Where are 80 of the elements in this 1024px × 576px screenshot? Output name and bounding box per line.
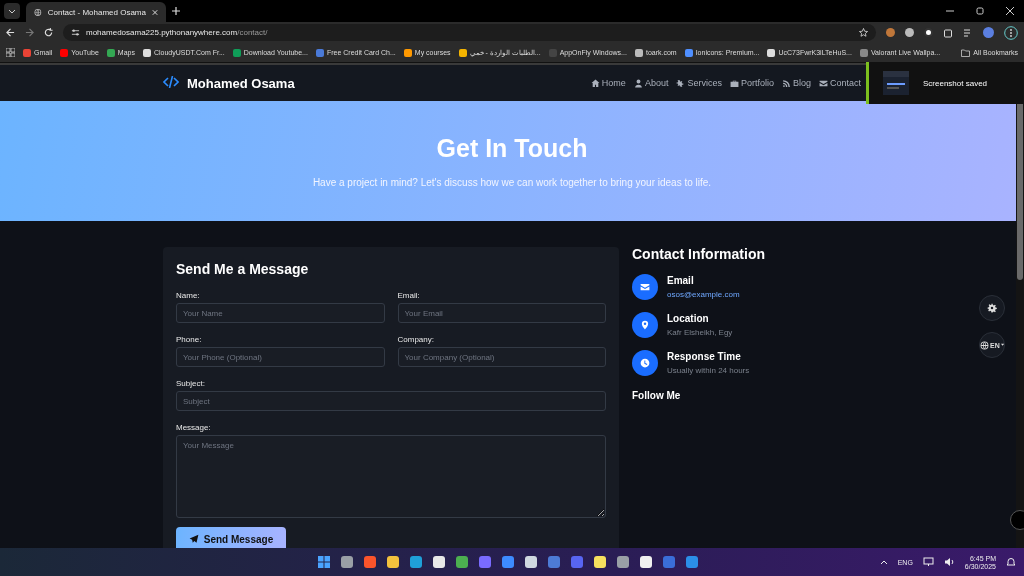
star-icon[interactable] xyxy=(859,28,868,37)
message-field[interactable]: Your Message xyxy=(176,435,606,518)
nav-link[interactable]: Blog xyxy=(781,78,811,88)
globe-icon xyxy=(34,7,42,17)
folder-icon xyxy=(961,48,971,57)
record-icon[interactable] xyxy=(924,28,933,37)
gears-icon xyxy=(676,78,686,88)
field-label: Email: xyxy=(397,291,421,300)
avatar-icon[interactable] xyxy=(983,27,994,38)
field-label: Message: xyxy=(176,423,212,432)
app-icon[interactable] xyxy=(638,554,654,570)
start-icon[interactable] xyxy=(316,554,332,570)
globe-icon xyxy=(980,340,989,350)
app-icon[interactable] xyxy=(431,554,447,570)
app-icon[interactable] xyxy=(615,554,631,570)
chevron-up-icon[interactable] xyxy=(879,559,888,565)
info-value: Kafr Elsheikh, Egy xyxy=(667,328,733,337)
browser-tab[interactable]: Contact - Mohamed Osama xyxy=(26,2,166,22)
section-title: Contact Information xyxy=(632,246,766,262)
site-logo[interactable]: Mohamed Osama xyxy=(187,75,295,91)
user-icon xyxy=(633,78,643,88)
app-icon[interactable] xyxy=(339,554,355,570)
app-icon[interactable] xyxy=(523,554,539,570)
send-button[interactable]: Send Message xyxy=(176,527,286,548)
pin-icon xyxy=(632,312,658,338)
toast-text: Screenshot saved xyxy=(923,78,988,88)
input-field[interactable]: Your Phone (Optional) xyxy=(176,347,385,367)
input-field[interactable]: Subject xyxy=(176,391,606,411)
close-icon[interactable] xyxy=(152,8,158,16)
app-icon[interactable] xyxy=(454,554,470,570)
field-label: Company: xyxy=(397,335,435,344)
site-settings-icon xyxy=(71,28,80,37)
field-label: Subject: xyxy=(176,379,206,388)
gear-icon xyxy=(987,303,997,313)
blog-icon xyxy=(781,78,791,88)
forward-icon[interactable] xyxy=(25,28,34,37)
menu-icon[interactable] xyxy=(1004,25,1018,40)
app-icon[interactable] xyxy=(385,554,401,570)
new-tab-icon[interactable] xyxy=(172,7,180,15)
url-text: mohamedosama225.pythonanywhere.com/contact/ xyxy=(86,28,269,37)
back-icon[interactable] xyxy=(6,28,15,37)
follow-heading: Follow Me xyxy=(632,390,682,401)
tab-search-button[interactable] xyxy=(4,3,20,19)
close-icon[interactable] xyxy=(1006,7,1014,15)
mail-icon xyxy=(632,274,658,300)
field-label: Phone: xyxy=(176,335,203,344)
apps-icon[interactable] xyxy=(6,48,15,57)
bell-icon[interactable] xyxy=(1006,557,1016,567)
nav-link[interactable]: Home xyxy=(590,78,626,88)
input-field[interactable]: Your Email xyxy=(397,303,606,323)
address-bar[interactable]: mohamedosama225.pythonanywhere.com/contact/ xyxy=(63,24,876,41)
caret-icon xyxy=(8,7,16,15)
info-title: Email xyxy=(667,275,695,286)
app-icon[interactable] xyxy=(592,554,608,570)
nav-link[interactable]: Portfolio xyxy=(729,78,774,88)
code-icon xyxy=(163,75,179,91)
monitor-icon[interactable] xyxy=(922,557,934,567)
speaker-icon[interactable] xyxy=(943,557,955,567)
email-link[interactable]: osos@example.com xyxy=(667,290,740,299)
input-field[interactable]: Your Company (Optional) xyxy=(397,347,606,367)
page-title: Get In Touch xyxy=(436,134,588,163)
info-title: Location xyxy=(667,313,710,324)
info-value: Usually within 24 hours xyxy=(667,366,750,375)
input-field[interactable]: Your Name xyxy=(176,303,385,323)
info-title: Response Time xyxy=(667,351,742,362)
minimize-icon[interactable] xyxy=(946,7,954,15)
reload-icon[interactable] xyxy=(44,28,53,37)
nav-link[interactable]: Contact xyxy=(818,78,861,88)
home-icon xyxy=(590,78,600,88)
settings-button[interactable] xyxy=(979,295,1005,321)
paper-plane-icon xyxy=(188,534,199,544)
mail-icon xyxy=(818,78,828,88)
page-subtitle: Have a project in mind? Let's discuss how we can work together to bring your ideas to life. xyxy=(312,177,712,188)
clock-icon xyxy=(632,350,658,376)
restore-icon[interactable] xyxy=(976,7,984,15)
form-title: Send Me a Message xyxy=(176,261,310,277)
nav-link[interactable]: About xyxy=(633,78,669,88)
field-label: Name: xyxy=(176,291,201,300)
nav-link[interactable]: Services xyxy=(676,78,722,88)
caret-icon xyxy=(1000,343,1004,347)
